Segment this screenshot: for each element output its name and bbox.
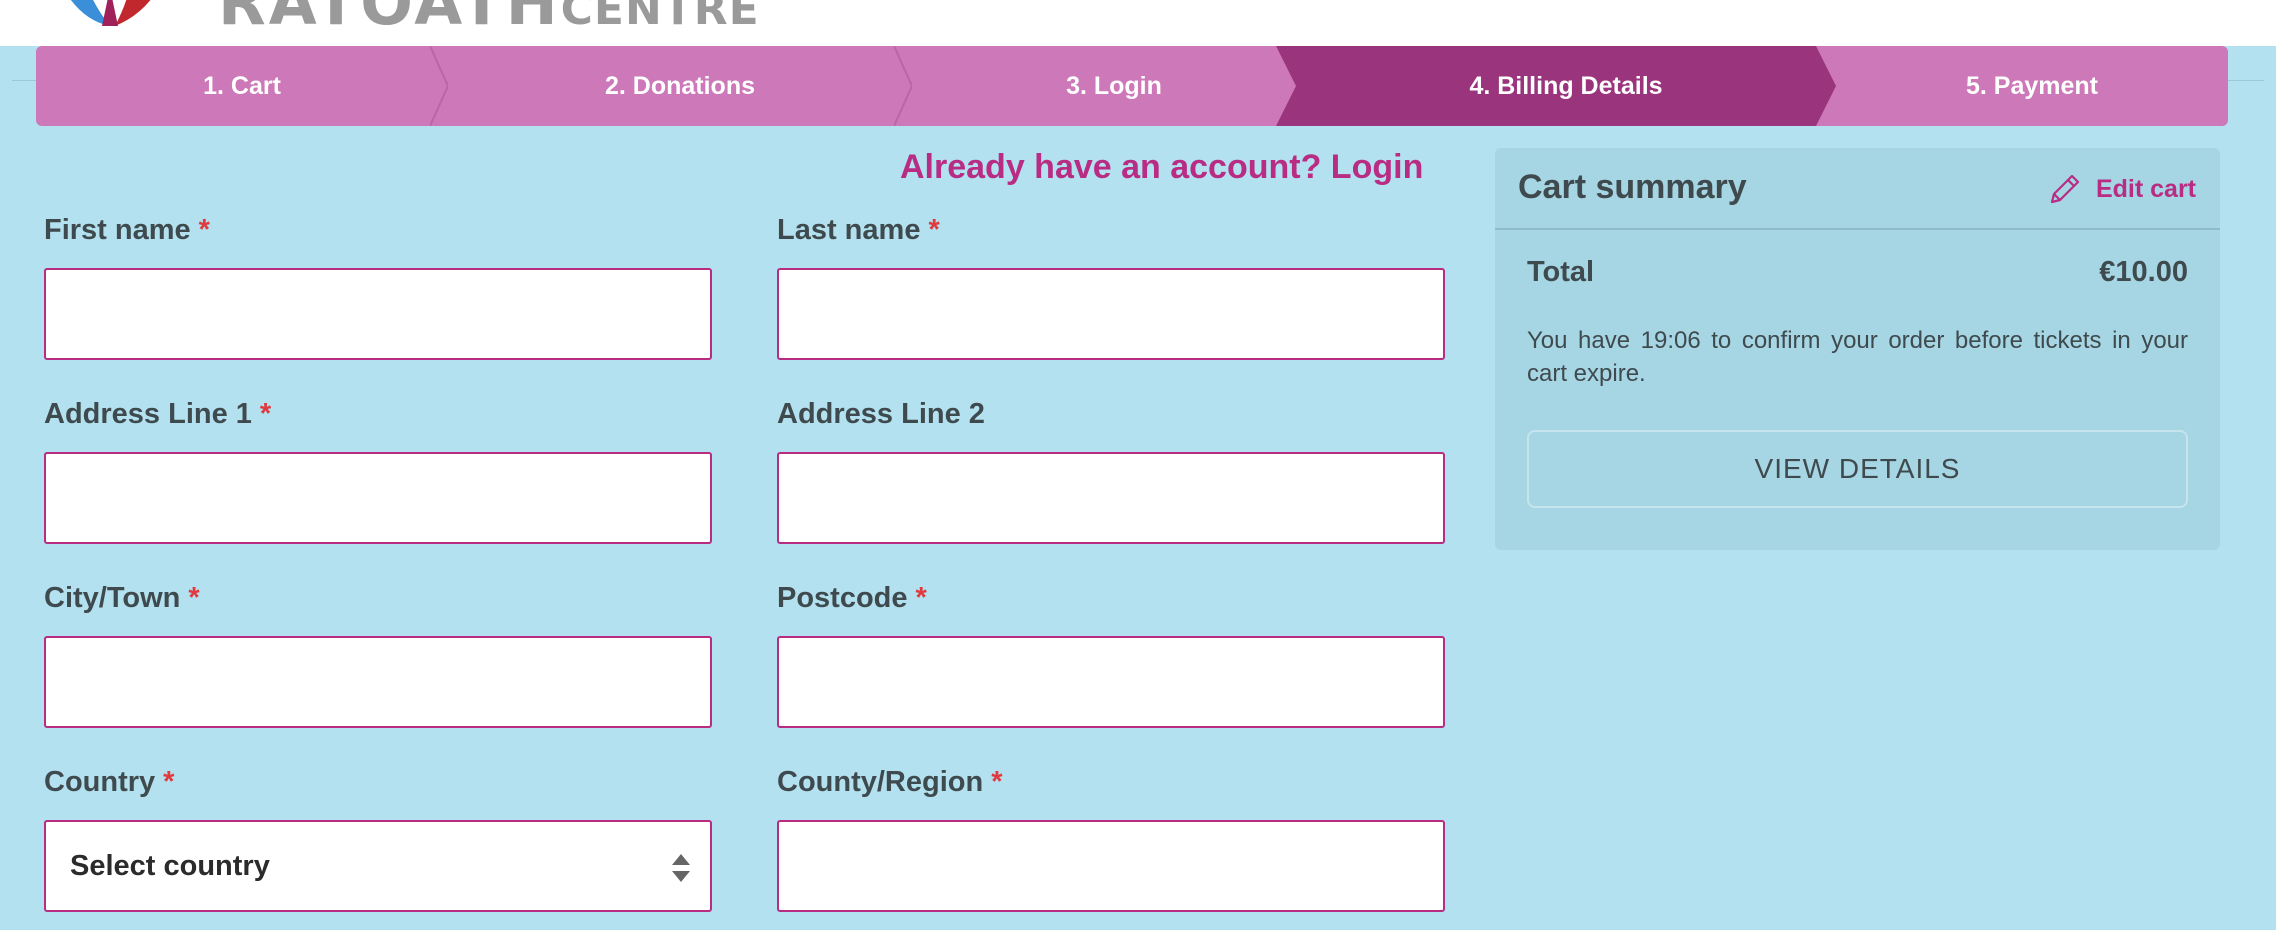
- required-mark: *: [915, 582, 927, 614]
- last-name-label: Last name *: [777, 214, 940, 247]
- address-line-1-label: Address Line 1 *: [44, 398, 271, 431]
- address-line-1-field[interactable]: [44, 452, 712, 544]
- summary-divider: [1495, 228, 2220, 230]
- address-line-2-field[interactable]: [777, 452, 1445, 544]
- step-login[interactable]: 3. Login: [912, 46, 1316, 126]
- city-field[interactable]: [44, 636, 712, 728]
- last-name-field[interactable]: [777, 268, 1445, 360]
- postcode-label: Postcode *: [777, 582, 927, 615]
- first-name-field[interactable]: [44, 268, 712, 360]
- label-text: County/Region: [777, 766, 984, 798]
- city-label: City/Town *: [44, 582, 200, 615]
- step-payment[interactable]: 5. Payment: [1836, 46, 2228, 126]
- step-separator: [430, 46, 448, 126]
- step-label: 2. Donations: [604, 71, 755, 100]
- country-selected-value: Select country: [70, 849, 270, 882]
- edit-cart-link[interactable]: Edit cart: [2048, 172, 2196, 206]
- label-text: Postcode: [777, 582, 908, 614]
- first-name-label: First name *: [44, 214, 210, 247]
- required-mark: *: [259, 398, 272, 430]
- logo-wordmark: RATOATH: [218, 0, 561, 39]
- step-cart[interactable]: 1. Cart: [36, 46, 448, 126]
- cart-summary: Cart summary Edit cart Total €10.00 You …: [1495, 148, 2220, 550]
- total-value: €10.00: [2099, 256, 2188, 288]
- step-donations[interactable]: 2. Donations: [448, 46, 912, 126]
- country-select[interactable]: Select country: [44, 820, 712, 912]
- edit-cart-label: Edit cart: [2095, 174, 2196, 203]
- total-label: Total: [1527, 256, 1595, 288]
- cart-summary-title: Cart summary: [1518, 168, 1747, 206]
- address-line-2-label: Address Line 2: [777, 398, 985, 431]
- required-mark: *: [991, 766, 1003, 798]
- required-mark: *: [163, 766, 175, 798]
- login-link[interactable]: Already have an account? Login: [900, 148, 1423, 187]
- label-text: Country: [44, 766, 156, 798]
- county-label: County/Region *: [777, 766, 1003, 799]
- label-text: City/Town: [44, 582, 181, 614]
- label-text: Last name: [777, 214, 921, 246]
- step-label: 3. Login: [1066, 71, 1162, 100]
- expiry-notice: You have 19:06 to confirm your order bef…: [1527, 327, 2188, 387]
- checkout-steps: 1. Cart 2. Donations 3. Login 4. Billing…: [36, 46, 2228, 126]
- step-label: 5. Payment: [1965, 71, 2098, 100]
- step-label: 1. Cart: [203, 71, 281, 100]
- required-mark: *: [188, 582, 200, 614]
- label-text: First name: [44, 214, 191, 246]
- label-text: Address Line 1: [44, 398, 252, 430]
- step-label: 4. Billing Details: [1469, 71, 1663, 100]
- site-header: RATOATHCENTRE: [0, 0, 2276, 46]
- step-separator: [894, 46, 912, 126]
- required-mark: *: [198, 214, 210, 246]
- required-mark: *: [928, 214, 940, 246]
- label-text: Address Line 2: [777, 398, 985, 430]
- county-field[interactable]: [777, 820, 1445, 912]
- select-arrows-icon: [672, 854, 690, 882]
- pencil-icon: [2050, 174, 2080, 204]
- postcode-field[interactable]: [777, 636, 1445, 728]
- logo-subtext: CENTRE: [560, 0, 760, 35]
- logo-text[interactable]: RATOATHCENTRE: [218, 0, 760, 39]
- step-billing-details[interactable]: 4. Billing Details: [1296, 46, 1836, 126]
- view-details-button[interactable]: VIEW DETAILS: [1527, 430, 2188, 508]
- logo-icon[interactable]: [40, 0, 180, 28]
- country-label: Country *: [44, 766, 174, 799]
